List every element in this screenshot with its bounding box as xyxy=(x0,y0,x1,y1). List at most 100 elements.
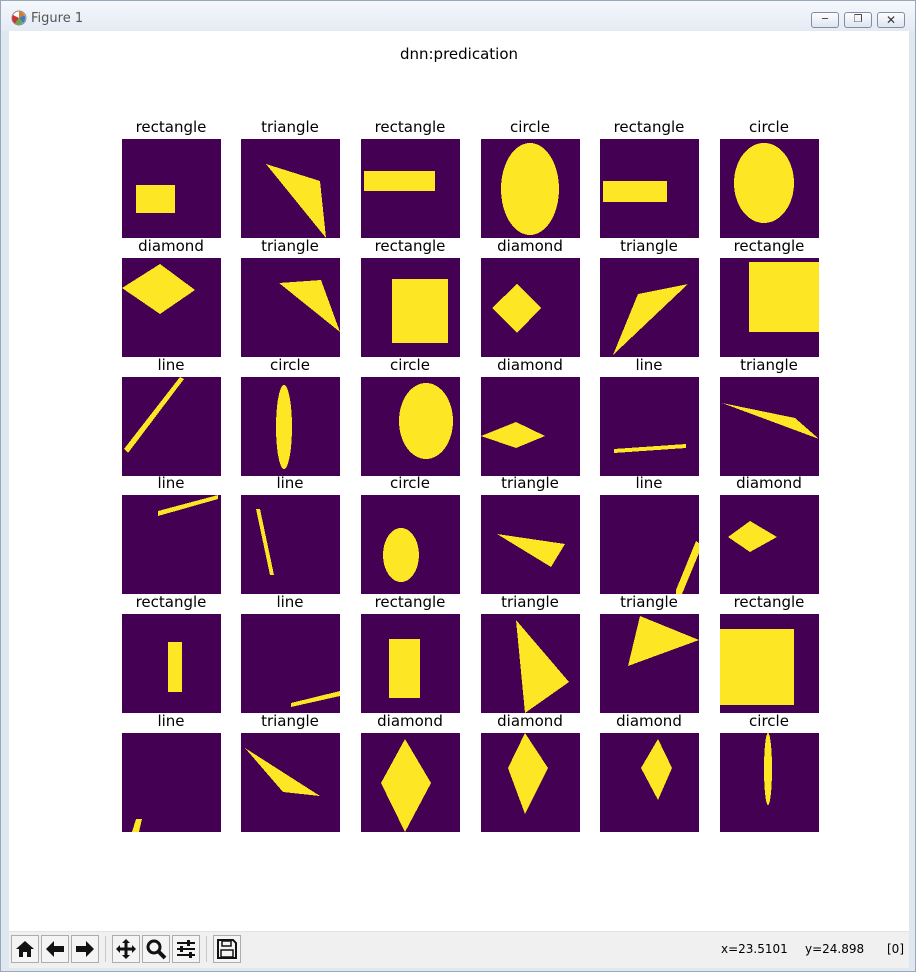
shape-mark xyxy=(124,377,184,453)
shape-mark xyxy=(392,279,448,343)
prediction-image-panel xyxy=(361,139,460,238)
panel-title: triangle xyxy=(620,237,678,255)
shape-mark xyxy=(516,620,569,713)
sliders-icon xyxy=(177,940,195,958)
restore-button[interactable]: ❐ xyxy=(844,12,872,28)
toolbar-separator xyxy=(206,936,207,962)
panel-title: diamond xyxy=(616,712,682,730)
shape-mark xyxy=(399,383,453,459)
shape-mark xyxy=(492,284,541,333)
back-button[interactable] xyxy=(41,935,69,963)
prediction-image-panel xyxy=(720,377,819,476)
home-button[interactable] xyxy=(11,935,39,963)
prediction-image-panel xyxy=(361,377,460,476)
prediction-image-panel xyxy=(600,258,699,357)
pixel-value-readout: [0] xyxy=(887,942,904,956)
save-button[interactable] xyxy=(213,935,241,963)
shape-mark xyxy=(603,181,667,202)
arrow-left-icon xyxy=(46,941,64,957)
prediction-image-panel xyxy=(481,377,580,476)
forward-button[interactable] xyxy=(71,935,99,963)
prediction-image-panel xyxy=(361,258,460,357)
panel-title: triangle xyxy=(261,118,319,136)
shape-mark xyxy=(481,422,545,448)
panel-title: rectangle xyxy=(374,237,446,255)
prediction-image-panel xyxy=(122,495,221,594)
prediction-image-panel xyxy=(241,377,340,476)
prediction-image-panel xyxy=(122,377,221,476)
prediction-image-panel xyxy=(241,495,340,594)
x-coordinate-readout: x=23.5101 xyxy=(721,942,788,956)
prediction-image-panel xyxy=(720,733,819,832)
prediction-image-panel xyxy=(361,495,460,594)
minimize-button[interactable]: ─ xyxy=(811,12,839,28)
window-title: Figure 1 xyxy=(31,11,84,26)
shape-mark xyxy=(728,521,777,552)
shape-mark xyxy=(749,262,819,332)
panel-title: rectangle xyxy=(733,237,805,255)
shape-mark xyxy=(266,164,326,238)
shape-mark xyxy=(720,629,794,705)
home-icon xyxy=(16,941,34,957)
shape-mark xyxy=(614,444,686,453)
panel-title: line xyxy=(635,474,663,492)
restore-icon: ❐ xyxy=(853,14,863,25)
prediction-image-panel xyxy=(600,377,699,476)
floppy-icon xyxy=(217,939,237,959)
panel-title: circle xyxy=(749,712,789,730)
shape-mark xyxy=(383,528,419,582)
prediction-image-panel xyxy=(361,733,460,832)
shape-mark xyxy=(158,495,218,516)
panel-title: circle xyxy=(390,356,430,374)
move-icon xyxy=(116,939,136,959)
shape-mark xyxy=(381,739,431,832)
shape-mark xyxy=(122,264,195,314)
prediction-image-panel xyxy=(600,614,699,713)
shape-mark xyxy=(764,733,772,805)
shape-mark xyxy=(722,403,819,439)
panel-title: line xyxy=(276,593,304,611)
shape-mark xyxy=(641,739,672,800)
navigation-toolbar: x=23.5101 y=24.898 [0] xyxy=(9,931,909,968)
shape-mark xyxy=(256,509,274,575)
shape-mark xyxy=(613,284,688,355)
panel-title: triangle xyxy=(740,356,798,374)
close-icon: ✕ xyxy=(885,13,897,27)
figure-suptitle: dnn:predication xyxy=(399,45,519,63)
prediction-image-panel xyxy=(720,258,819,357)
toolbar-separator xyxy=(105,936,106,962)
shape-mark xyxy=(628,616,699,666)
prediction-image-panel xyxy=(481,258,580,357)
prediction-image-panel xyxy=(600,139,699,238)
prediction-image-panel xyxy=(122,139,221,238)
subplots-button[interactable] xyxy=(172,935,200,963)
shape-mark xyxy=(501,143,559,235)
minimize-icon: ─ xyxy=(821,14,829,25)
prediction-image-panel xyxy=(241,258,340,357)
panel-title: diamond xyxy=(736,474,802,492)
close-button[interactable]: ✕ xyxy=(877,12,905,28)
shape-mark xyxy=(276,385,292,469)
arrow-right-icon xyxy=(76,941,94,957)
prediction-image-panel xyxy=(241,614,340,713)
shape-mark xyxy=(279,280,340,332)
panel-title: rectangle xyxy=(374,118,446,136)
zoom-button[interactable] xyxy=(142,935,170,963)
panel-title: rectangle xyxy=(613,118,685,136)
shape-mark xyxy=(245,748,320,796)
title-bar[interactable]: Figure 1 ─ ❐ ✕ xyxy=(1,1,915,31)
panel-title: circle xyxy=(270,356,310,374)
figure-canvas[interactable]: dnn:predication rectangle triangle rectang… xyxy=(9,31,909,931)
pan-button[interactable] xyxy=(112,935,140,963)
shape-mark xyxy=(132,819,142,832)
prediction-image-panel xyxy=(481,139,580,238)
prediction-image-panel xyxy=(122,258,221,357)
prediction-image-panel xyxy=(241,733,340,832)
y-coordinate-readout: y=24.898 xyxy=(805,942,865,956)
panel-title: triangle xyxy=(620,593,678,611)
prediction-image-panel xyxy=(481,495,580,594)
panel-title: circle xyxy=(390,474,430,492)
panel-title: rectangle xyxy=(374,593,446,611)
prediction-image-panel xyxy=(122,733,221,832)
shape-mark xyxy=(734,143,794,223)
